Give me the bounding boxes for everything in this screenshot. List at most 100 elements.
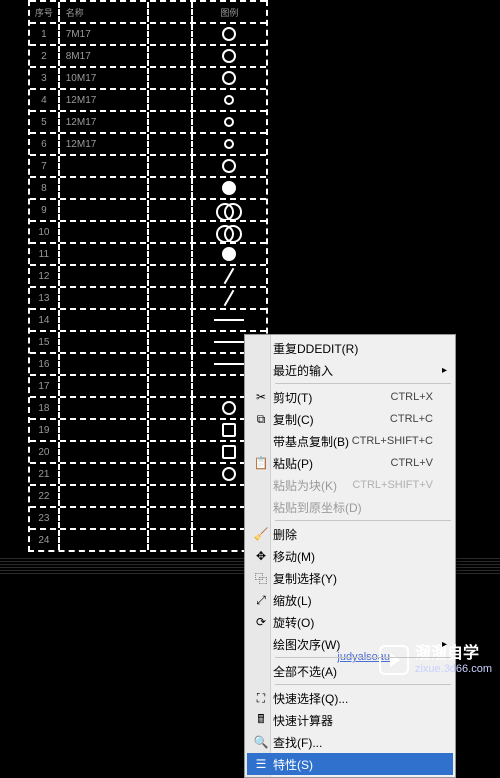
menu-copy-selection[interactable]: ⿻ 复制选择(Y): [247, 567, 453, 589]
cell-blank: [149, 266, 193, 286]
table-row: 17: [30, 374, 266, 396]
menu-paste[interactable]: 📋 粘贴(P) CTRL+V: [247, 452, 453, 474]
menu-label: 快速计算器: [273, 712, 433, 729]
menu-label: 缩放(L): [273, 592, 433, 609]
legend-symbol-icon: [214, 363, 244, 365]
menu-separator: [275, 657, 451, 658]
cell-blank: [149, 420, 193, 440]
menu-label: 复制选择(Y): [273, 570, 433, 587]
menu-move[interactable]: ✥ 移动(M): [247, 545, 453, 567]
cell-symbol: [193, 156, 266, 176]
submenu-arrow-icon: ▸: [442, 365, 447, 376]
menu-separator: [275, 520, 451, 521]
menu-delete[interactable]: 🧹 删除: [247, 523, 453, 545]
menu-label: 粘贴(P): [273, 455, 391, 472]
table-row: 21: [30, 462, 266, 484]
legend-symbol-icon: [222, 181, 236, 195]
menu-rotate[interactable]: ⟳ 旋转(O): [247, 611, 453, 633]
cell-blank: [149, 332, 193, 352]
menu-quickcalc[interactable]: 🖩 快速计算器: [247, 709, 453, 731]
cell-num: 15: [30, 332, 60, 352]
cell-name: [60, 332, 149, 352]
cell-num: 2: [30, 46, 60, 66]
table-row: 22: [30, 484, 266, 506]
menu-copy[interactable]: ⧉ 复制(C) CTRL+C: [247, 408, 453, 430]
cell-num: 24: [30, 530, 60, 550]
legend-symbol-icon: [222, 247, 236, 261]
legend-symbol-icon: [222, 467, 236, 481]
cell-name: [60, 310, 149, 330]
properties-icon: ☰: [253, 756, 269, 772]
cell-name: [60, 266, 149, 286]
table-row: 310M17: [30, 66, 266, 88]
menu-repeat[interactable]: 重复DDEDIT(R): [247, 337, 453, 359]
cell-name: [60, 442, 149, 462]
cell-blank: [149, 24, 193, 44]
cell-blank: [149, 68, 193, 88]
menu-label: 复制(C): [273, 411, 390, 428]
menu-label: 全部不选(A): [273, 663, 433, 680]
table-row: 10: [30, 220, 266, 242]
menu-recent-input[interactable]: 最近的输入 ▸: [247, 359, 453, 381]
menu-label: 粘贴到原坐标(D): [273, 499, 433, 516]
menu-deselect-all[interactable]: 全部不选(A): [247, 660, 453, 682]
menu-cut[interactable]: ✂ 剪切(T) CTRL+X: [247, 386, 453, 408]
table-row: 9: [30, 198, 266, 220]
menu-scale[interactable]: ⤢ 缩放(L): [247, 589, 453, 611]
cell-blank: [149, 112, 193, 132]
table-row: 28M17: [30, 44, 266, 66]
cell-num: 6: [30, 134, 60, 154]
cell-blank: [149, 46, 193, 66]
calculator-icon: 🖩: [253, 712, 269, 728]
cell-symbol: [193, 222, 266, 242]
table-row: 18: [30, 396, 266, 418]
table-row: 24: [30, 528, 266, 550]
menu-quick-select[interactable]: ⛶ 快速选择(Q)...: [247, 687, 453, 709]
cell-blank: [149, 508, 193, 528]
table-row: 17M17: [30, 22, 266, 44]
cell-name: 12M17: [60, 90, 149, 110]
table-row: 8: [30, 176, 266, 198]
cell-num: 19: [30, 420, 60, 440]
cell-name: [60, 486, 149, 506]
cell-blank: [149, 90, 193, 110]
cell-num: 12: [30, 266, 60, 286]
table-header: 序号 名称 图例: [30, 0, 266, 22]
legend-symbol-icon: [214, 341, 244, 343]
menu-label: 重复DDEDIT(R): [273, 340, 433, 357]
col-num: 序号: [30, 2, 60, 22]
menu-label: 带基点复制(B): [273, 433, 352, 450]
menu-copy-with-base[interactable]: 带基点复制(B) CTRL+SHIFT+C: [247, 430, 453, 452]
legend-symbol-icon: [221, 290, 237, 306]
menu-paste-as-block: 粘贴为块(K) CTRL+SHIFT+V: [247, 474, 453, 496]
cell-name: [60, 398, 149, 418]
table-row: 412M17: [30, 88, 266, 110]
table-row: 13: [30, 286, 266, 308]
cell-symbol: [193, 68, 266, 88]
menu-properties[interactable]: ☰ 特性(S): [247, 753, 453, 775]
cell-symbol: [193, 178, 266, 198]
legend-symbol-icon: [214, 319, 244, 321]
scissors-icon: ✂: [253, 389, 269, 405]
scale-icon: ⤢: [253, 592, 269, 608]
cell-num: 18: [30, 398, 60, 418]
menu-label: 绘图次序(W): [273, 636, 433, 653]
table-row: 12: [30, 264, 266, 286]
menu-find[interactable]: 🔍 查找(F)...: [247, 731, 453, 753]
menu-label: 剪切(T): [273, 389, 391, 406]
cad-canvas[interactable]: 序号 名称 图例 17M1728M17310M17412M17512M17612…: [0, 0, 500, 685]
legend-symbol-icon: [222, 445, 236, 459]
cell-num: 14: [30, 310, 60, 330]
cell-symbol: [193, 266, 266, 286]
cell-symbol: [193, 288, 266, 308]
table-row: 16: [30, 352, 266, 374]
menu-label: 最近的输入: [273, 362, 433, 379]
table-row: 23: [30, 506, 266, 528]
cell-blank: [149, 530, 193, 550]
menu-label: 快速选择(Q)...: [273, 690, 433, 707]
cell-blank: [149, 464, 193, 484]
table-row: 612M17: [30, 132, 266, 154]
menu-draw-order[interactable]: 绘图次序(W) ▸: [247, 633, 453, 655]
cell-num: 22: [30, 486, 60, 506]
table-row: 512M17: [30, 110, 266, 132]
